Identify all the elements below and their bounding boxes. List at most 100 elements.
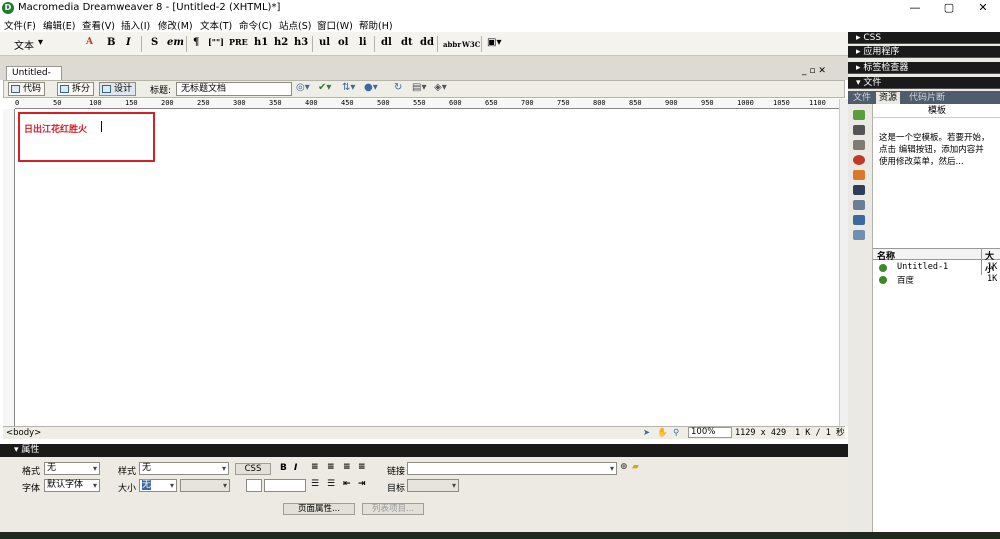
visual-aids-icon[interactable]: ◈▾ [434, 82, 447, 93]
menu-modify[interactable]: 修改(M) [158, 18, 193, 32]
tab-assets[interactable]: 资源 [876, 92, 901, 104]
flash-icon[interactable] [853, 155, 865, 165]
align-right-icon[interactable]: ≡ [343, 462, 351, 472]
ul-button[interactable]: ul [319, 37, 330, 48]
blockquote-button[interactable]: [""] [208, 37, 224, 47]
italic-button[interactable]: I [126, 37, 131, 48]
style-select[interactable]: 无 ▾ [139, 462, 229, 475]
characters-menu-icon[interactable]: ▣▾ [487, 37, 501, 48]
dt-button[interactable]: dt [401, 37, 413, 48]
ordered-list-icon[interactable]: ☰ [327, 479, 335, 489]
abbr-button[interactable]: abbr [443, 40, 461, 49]
target-select[interactable]: ▾ [407, 479, 459, 492]
text-color-swatch[interactable] [246, 479, 262, 492]
size-unit-select[interactable]: ▾ [180, 479, 230, 492]
minimize-button[interactable]: — [898, 0, 932, 16]
templates-icon[interactable] [853, 215, 865, 225]
li-button[interactable]: li [359, 37, 367, 48]
zoom-tool-icon[interactable]: ⚲ [673, 427, 679, 439]
movies-icon[interactable] [853, 185, 865, 195]
italic-icon[interactable]: I [294, 463, 297, 473]
ol-button[interactable]: ol [338, 37, 348, 48]
file-management-icon[interactable]: ⇅▾ [342, 82, 355, 93]
menu-site[interactable]: 站点(S) [279, 18, 311, 32]
paragraph-button[interactable]: ¶ [193, 37, 199, 48]
pre-button[interactable]: PRE [229, 37, 248, 47]
tab-snippets[interactable]: 代码片断 [906, 92, 948, 104]
list-item[interactable]: Untitled-1 1K [873, 262, 1000, 274]
code-view-button[interactable]: 代码 [8, 82, 46, 96]
images-icon[interactable] [853, 110, 865, 120]
close-button[interactable]: ✕ [966, 0, 1000, 16]
menu-help[interactable]: 帮助(H) [359, 18, 393, 32]
document-vertical-scrollbar[interactable] [839, 99, 848, 426]
dd-button[interactable]: dd [420, 37, 434, 48]
bold-button[interactable]: B [107, 37, 115, 48]
css-button[interactable]: CSS [235, 463, 271, 475]
hand-tool-icon[interactable]: ✋ [657, 427, 668, 439]
point-to-file-icon[interactable]: ⊕ [620, 462, 628, 472]
align-left-icon[interactable]: ≡ [311, 462, 319, 472]
maximize-button[interactable]: ▢ [932, 0, 966, 16]
font-tag-icon[interactable]: A [86, 37, 93, 47]
preview-browser-icon[interactable]: ●▾ [364, 82, 378, 93]
document-content-text[interactable]: 日出江花红胜火 [24, 122, 87, 135]
dl-button[interactable]: dl [381, 37, 392, 48]
tab-files[interactable]: 文件 [850, 92, 874, 104]
view-options-icon[interactable]: ▤▾ [412, 82, 426, 93]
select-tool-icon[interactable]: ➤ [643, 427, 650, 439]
h2-button[interactable]: h2 [274, 37, 288, 48]
align-center-icon[interactable]: ≡ [327, 462, 335, 472]
library-icon[interactable] [853, 230, 865, 240]
list-item-button[interactable]: 列表项目... [362, 503, 424, 515]
indent-icon[interactable]: ⇥ [358, 479, 366, 489]
text-color-input[interactable] [264, 479, 306, 492]
size-select[interactable]: 无 ▾ [139, 479, 177, 492]
menu-file[interactable]: 文件(F) [4, 18, 36, 32]
validate-icon[interactable]: ✔▾ [318, 82, 331, 93]
justify-icon[interactable]: ≡ [358, 462, 366, 472]
menu-window[interactable]: 窗口(W) [317, 18, 353, 32]
menu-view[interactable]: 查看(V) [82, 18, 115, 32]
menu-text[interactable]: 文本(T) [200, 18, 232, 32]
browse-folder-icon[interactable]: ▰ [632, 462, 639, 472]
menu-insert[interactable]: 插入(I) [121, 18, 150, 32]
tag-selector-body[interactable]: <body> [6, 427, 41, 439]
urls-icon[interactable] [853, 140, 865, 150]
page-properties-button[interactable]: 页面属性... [283, 503, 355, 515]
insert-category-dropdown[interactable]: 文本 [14, 37, 34, 52]
panel-group-css[interactable]: ▸ CSS [848, 32, 1000, 44]
zoom-select[interactable]: 100% [688, 427, 732, 438]
panel-group-application[interactable]: ▸ 应用程序 [848, 46, 1000, 58]
bold-icon[interactable]: B [280, 463, 287, 473]
outdent-icon[interactable]: ⇤ [343, 479, 351, 489]
menu-edit[interactable]: 编辑(E) [43, 18, 75, 32]
refresh-icon[interactable]: ↻ [394, 82, 402, 93]
panel-group-tag-inspector[interactable]: ▸ 标签检查器 [848, 62, 1000, 74]
menu-commands[interactable]: 命令(C) [239, 18, 272, 32]
document-tab[interactable]: Untitled-2* [6, 66, 62, 91]
split-view-button[interactable]: 拆分 [57, 82, 95, 96]
browser-check-icon[interactable]: ◎▾ [296, 82, 310, 93]
panel-group-files[interactable]: ▾ 文件 [848, 77, 1000, 89]
format-select[interactable]: 无 ▾ [44, 462, 100, 475]
document-title-input[interactable]: 无标题文档 [176, 82, 292, 96]
properties-header[interactable]: ▾ 属性 [0, 444, 848, 457]
h1-button[interactable]: h1 [254, 37, 268, 48]
window-size-dropdown[interactable]: 1129 x 429 [735, 427, 786, 439]
strong-button[interactable]: S [151, 37, 158, 48]
column-name[interactable]: 名称 [877, 249, 895, 262]
chevron-down-icon[interactable]: ▾ [38, 37, 43, 48]
list-item[interactable]: 百度 1K [873, 274, 1000, 286]
shockwave-icon[interactable] [853, 170, 865, 180]
acronym-button[interactable]: W3C [462, 40, 480, 49]
font-select[interactable]: 默认字体 ▾ [44, 479, 100, 492]
design-view-button[interactable]: 设计 [99, 82, 137, 96]
link-input[interactable]: ▾ [407, 462, 617, 475]
h3-button[interactable]: h3 [294, 37, 308, 48]
document-window-controls[interactable]: _ ▫ ✕ [802, 66, 826, 76]
scripts-icon[interactable] [853, 200, 865, 210]
em-button[interactable]: em [167, 37, 184, 48]
unordered-list-icon[interactable]: ☰ [311, 479, 319, 489]
colors-icon[interactable] [853, 125, 865, 135]
